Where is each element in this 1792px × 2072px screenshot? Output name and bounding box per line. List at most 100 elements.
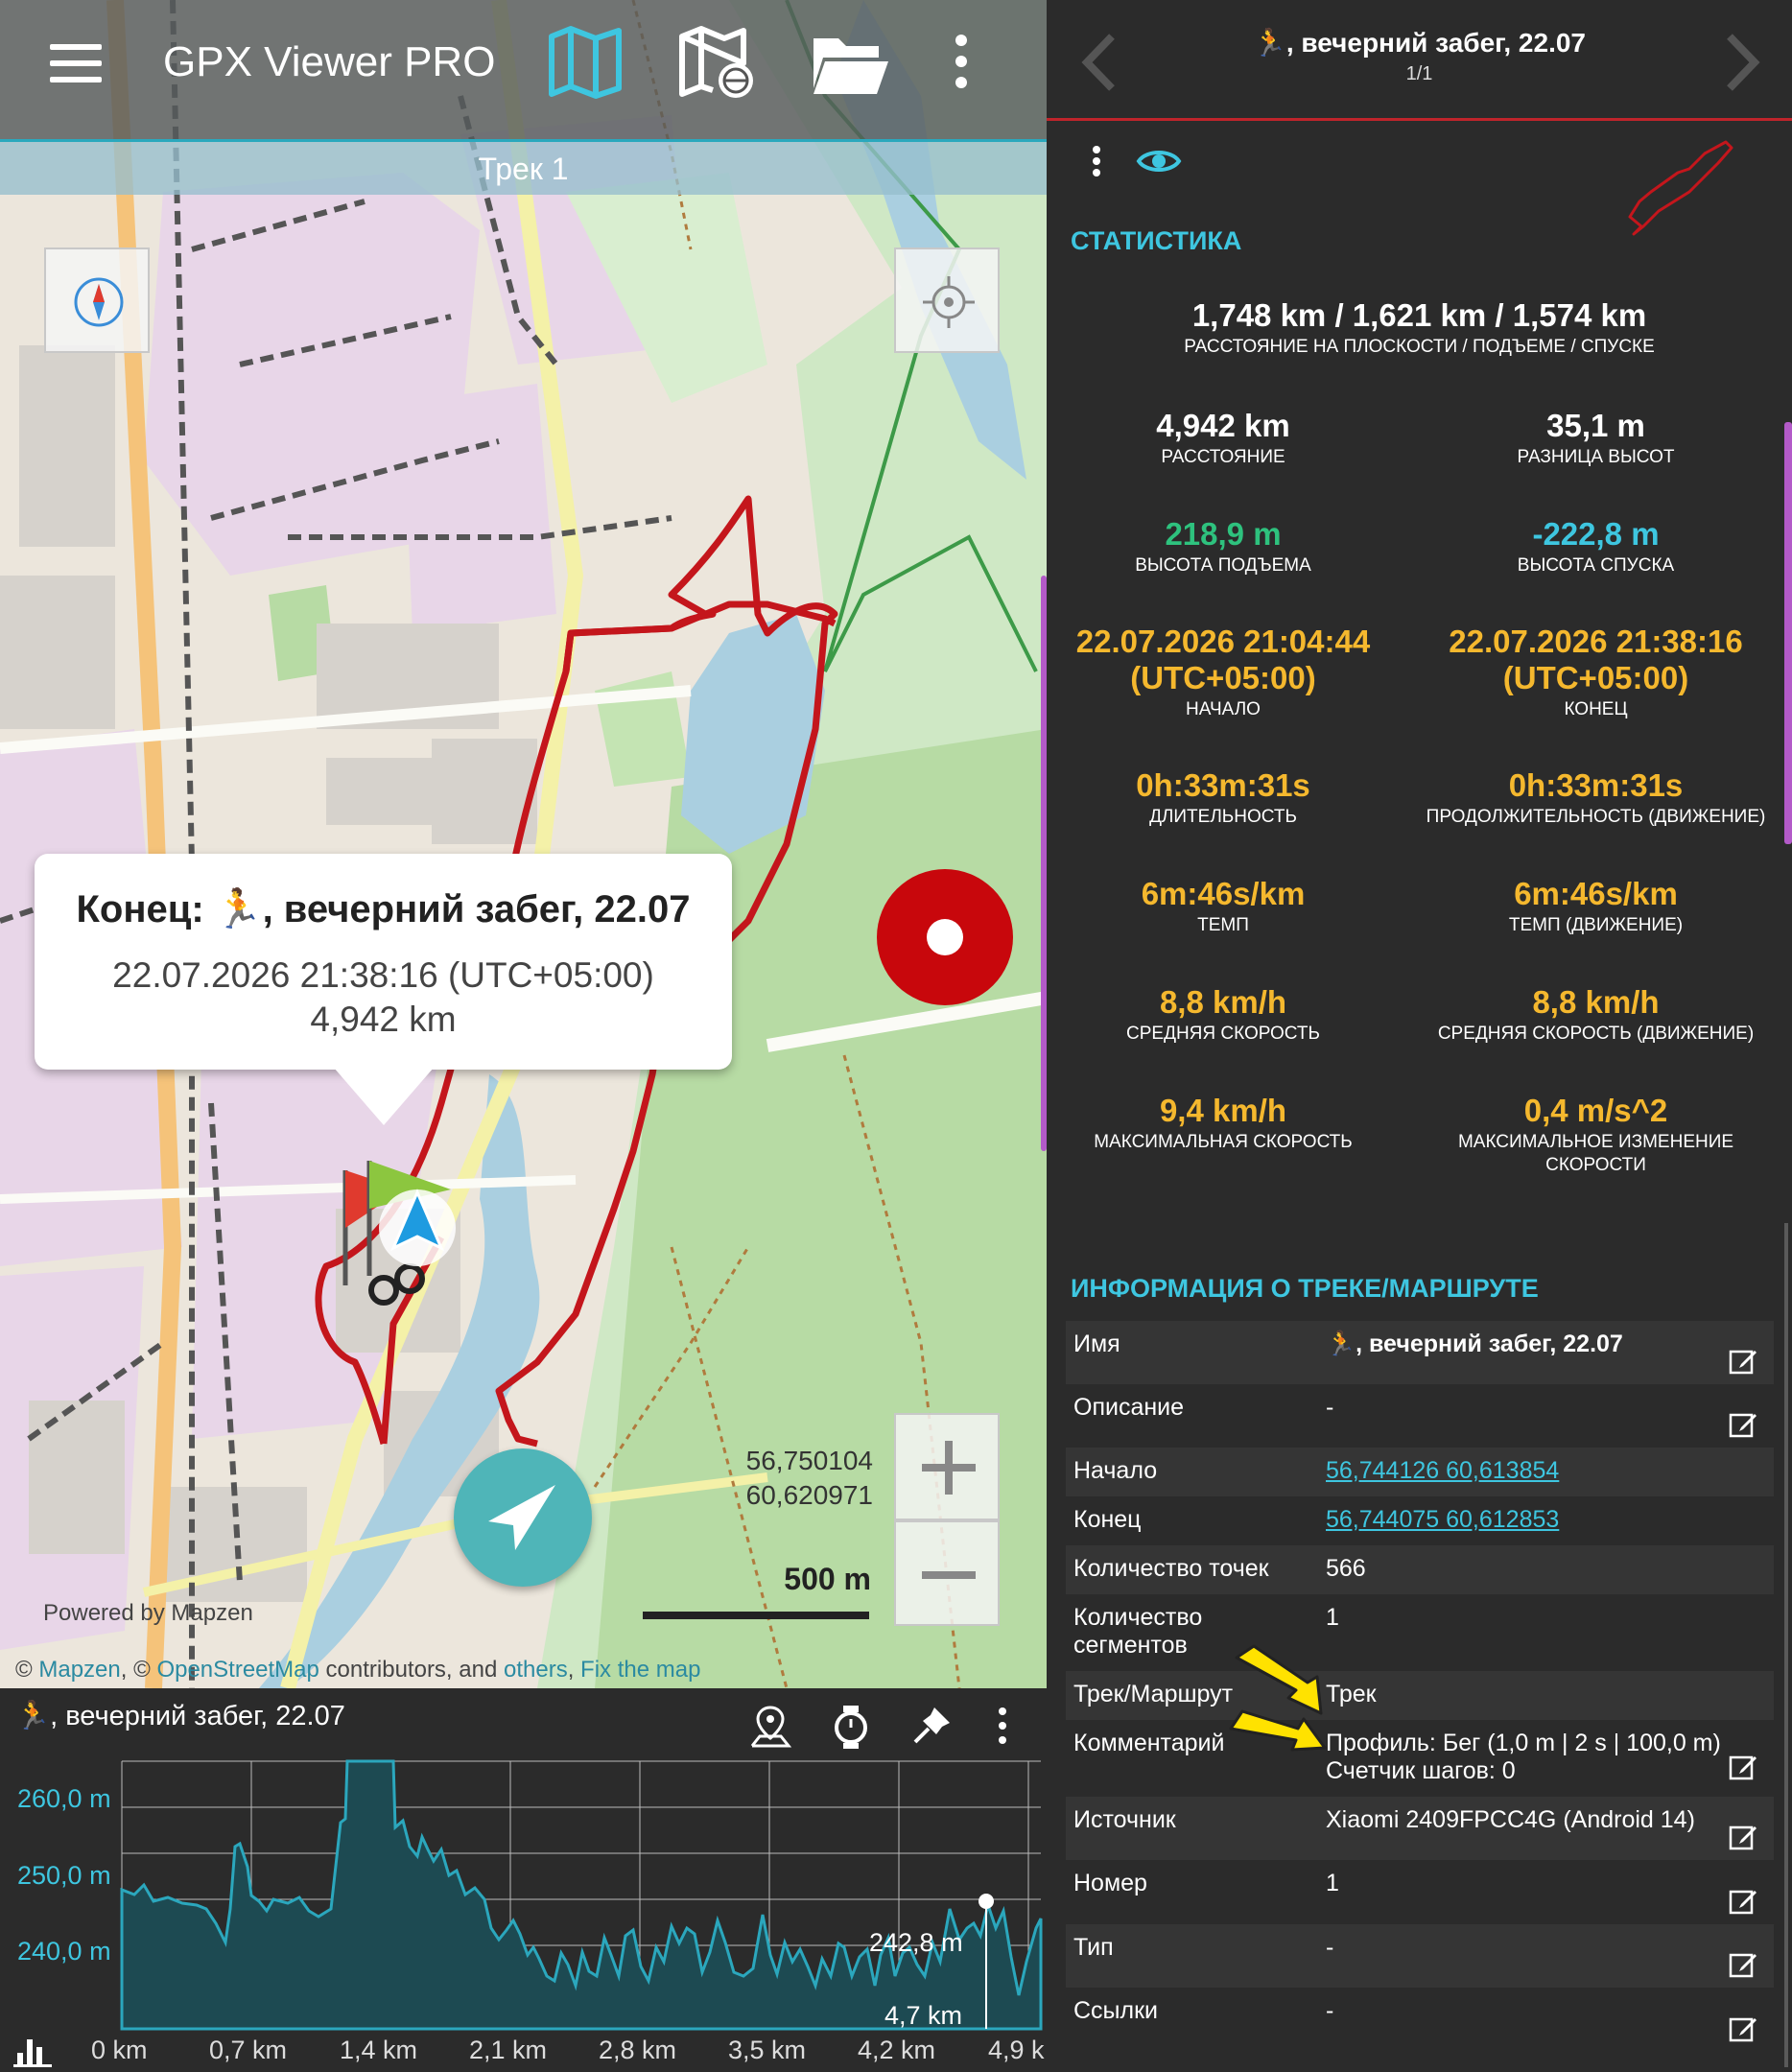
info-row-name[interactable]: Имя 🏃, вечерний забег, 22.07 xyxy=(1066,1321,1774,1384)
stat-value: 0h:33m:31s xyxy=(1136,767,1310,803)
left-scroll-indicator[interactable] xyxy=(1041,576,1047,1151)
coordinate-link[interactable]: 56,744126 60,613854 xyxy=(1326,1457,1559,1485)
coordinate-link[interactable]: 56,744075 60,612853 xyxy=(1326,1506,1559,1534)
attribution-mid: contributors, and xyxy=(318,1657,504,1683)
edit-button[interactable] xyxy=(1728,1751,1758,1781)
edit-button[interactable] xyxy=(1728,1408,1758,1439)
stat-value: 35,1 m xyxy=(1546,408,1645,443)
stat-label: ДЛИТЕЛЬНОСТЬ xyxy=(1149,807,1297,827)
mapzen-link[interactable]: Mapzen xyxy=(38,1657,120,1683)
map-icon xyxy=(549,26,622,99)
map-view[interactable]: Конец: 🏃, вечерний забег, 22.07 22.07.20… xyxy=(0,0,1047,1688)
details-scrollbar[interactable] xyxy=(1784,1223,1788,2067)
eye-icon xyxy=(1136,151,1182,172)
record-button[interactable] xyxy=(877,869,1013,1005)
next-track-button[interactable] xyxy=(1718,29,1766,96)
info-key: Источник xyxy=(1073,1806,1176,1833)
edit-icon xyxy=(1729,1890,1757,1915)
info-key: Количество точек xyxy=(1073,1555,1269,1582)
stat-item: 218,9 m ВЫСОТА ПОДЪЕМА xyxy=(1047,516,1400,577)
info-value: Профиль: Бег (1,0 m | 2 s | 100,0 m) Сче… xyxy=(1326,1730,1721,1784)
edit-icon xyxy=(1729,1953,1757,1978)
fix-map-link[interactable]: Fix the map xyxy=(580,1657,700,1683)
zoom-out-button[interactable] xyxy=(894,1520,1000,1626)
stat-label: ВЫСОТА СПУСКА xyxy=(1517,555,1675,576)
stat-value: 9,4 km/h xyxy=(1159,1093,1287,1128)
edit-button[interactable] xyxy=(1728,2013,1758,2043)
stat-label: ТЕМП xyxy=(1197,915,1249,935)
edit-button[interactable] xyxy=(1728,1345,1758,1376)
map-button[interactable] xyxy=(542,25,628,102)
zoom-in-button[interactable] xyxy=(894,1413,1000,1520)
overflow-icon xyxy=(1093,146,1100,177)
edit-icon xyxy=(1729,1350,1757,1375)
right-scroll-indicator[interactable] xyxy=(1784,422,1792,844)
callout-time: 22.07.2026 21:38:16 (UTC+05:00) xyxy=(112,955,654,995)
folder-icon xyxy=(813,38,888,94)
stat-item: 22.07.2026 21:38:16 (UTC+05:00) КОНЕЦ xyxy=(1400,624,1792,721)
record-icon xyxy=(927,919,963,955)
y-label-240: 240,0 m xyxy=(17,1937,111,1966)
info-row-links[interactable]: Ссылки - xyxy=(1066,1988,1774,2052)
stat-item: 0,4 m/s^2 МАКСИМАЛЬНОЕ ИЗМЕНЕНИЕ СКОРОСТИ xyxy=(1400,1093,1792,1177)
info-row-segments: Количество сегментов 1 xyxy=(1066,1594,1774,1671)
x-label: 1,4 km xyxy=(340,2036,418,2064)
coord-lon: 60,620971 xyxy=(745,1480,873,1510)
stat-item: 4,942 km РАССТОЯНИЕ xyxy=(1047,408,1400,469)
online-maps-button[interactable] xyxy=(674,25,761,102)
info-key: Ссылки xyxy=(1073,1997,1159,2024)
edit-button[interactable] xyxy=(1728,1948,1758,1979)
track-markers xyxy=(342,1161,451,1306)
details-overflow-button[interactable] xyxy=(1087,144,1106,182)
open-file-button[interactable] xyxy=(806,25,892,102)
info-row-comment[interactable]: Комментарий Профиль: Бег (1,0 m | 2 s | 1… xyxy=(1066,1720,1774,1797)
edit-button[interactable] xyxy=(1728,1821,1758,1851)
info-key: Количество сегментов xyxy=(1073,1604,1203,1659)
info-value: 566 xyxy=(1326,1555,1366,1582)
stat-item: 9,4 km/h МАКСИМАЛЬНАЯ СКОРОСТЬ xyxy=(1047,1093,1400,1154)
info-key: Комментарий xyxy=(1073,1730,1225,1756)
end-point-callout[interactable]: Конец: 🏃, вечерний забег, 22.07 22.07.20… xyxy=(35,854,732,1070)
compass-button[interactable] xyxy=(44,247,150,353)
info-row-start: Начало 56,744126 60,613854 xyxy=(1066,1448,1774,1496)
callout-title: Конец: 🏃, вечерний забег, 22.07 xyxy=(76,888,691,930)
overflow-button[interactable] xyxy=(940,25,979,102)
stat-value: 6m:46s/km xyxy=(1141,876,1306,911)
stat-value: 6m:46s/km xyxy=(1514,876,1678,911)
chart-button[interactable] xyxy=(13,2032,52,2068)
details-page-counter: 1/1 xyxy=(1405,63,1433,84)
menu-button[interactable] xyxy=(50,44,102,82)
scale-label: 500 m xyxy=(784,1562,871,1596)
locate-icon xyxy=(923,276,975,328)
app-root: Конец: 🏃, вечерний забег, 22.07 22.07.20… xyxy=(0,0,1792,2072)
info-value: Xiaomi 2409FPCC4G (Android 14) xyxy=(1326,1806,1695,1833)
edit-icon xyxy=(1729,1755,1757,1780)
annotation-arrows xyxy=(1229,1644,1327,1752)
navigate-button[interactable] xyxy=(454,1448,592,1587)
info-key: Имя xyxy=(1073,1330,1120,1357)
locate-button[interactable] xyxy=(894,247,1000,353)
info-row-points: Количество точек 566 xyxy=(1066,1545,1774,1594)
edit-button[interactable] xyxy=(1728,1885,1758,1916)
info-row-description[interactable]: Описание - xyxy=(1066,1384,1774,1448)
others-link[interactable]: others xyxy=(504,1657,568,1683)
info-row-source[interactable]: Источник Xiaomi 2409FPCC4G (Android 14) xyxy=(1066,1797,1774,1860)
osm-link[interactable]: OpenStreetMap xyxy=(156,1657,318,1683)
y-label-260: 260,0 m xyxy=(17,1784,111,1813)
x-label: 2,1 km xyxy=(469,2036,548,2064)
stat-item: 0h:33m:31s ПРОДОЛЖИТЕЛЬНОСТЬ (ДВИЖЕНИЕ) xyxy=(1400,767,1792,829)
stat-label: ТЕМП (ДВИЖЕНИЕ) xyxy=(1508,915,1684,935)
powered-by: Powered by Mapzen xyxy=(43,1600,253,1626)
visibility-toggle[interactable] xyxy=(1135,142,1183,180)
elevation-panel: 🏃, вечерний забег, 22.07 260,0 m 250,0 m… xyxy=(0,1688,1047,2072)
attribution-sep: , © xyxy=(120,1657,157,1683)
location-arrow-icon xyxy=(374,1185,460,1271)
callout-tail xyxy=(334,1068,434,1125)
info-row-number[interactable]: Номер 1 xyxy=(1066,1860,1774,1924)
info-row-end: Конец 56,744075 60,612853 xyxy=(1066,1496,1774,1545)
info-row-kind[interactable]: Тип - xyxy=(1066,1924,1774,1988)
edit-icon xyxy=(1729,1825,1757,1850)
map-attribution: © Mapzen, © OpenStreetMap contributors, … xyxy=(15,1657,700,1684)
info-row-type-track: Трек/Маршрут Трек xyxy=(1066,1671,1774,1720)
stat-value: -222,8 m xyxy=(1532,516,1660,552)
